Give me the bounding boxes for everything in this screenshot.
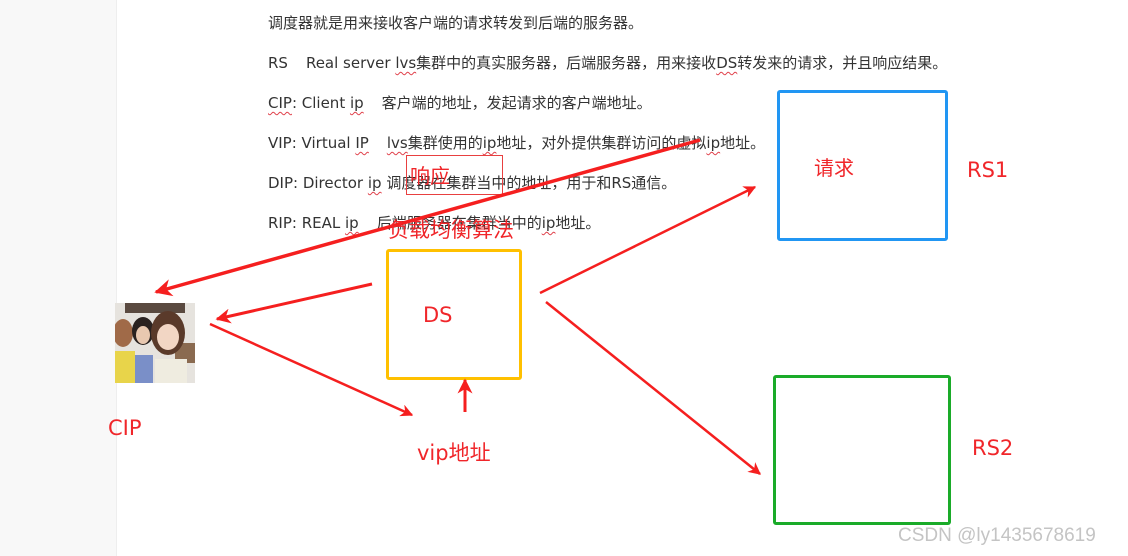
load-balance-label: 负载均衡算法 <box>388 218 514 242</box>
arrow-ds-to-rs1 <box>539 185 757 295</box>
rs1-label: RS1 <box>967 158 1009 182</box>
vip-address-label: vip地址 <box>417 441 491 465</box>
csdn-watermark: CSDN @ly1435678619 <box>898 525 1096 546</box>
response-label: 响应 <box>410 164 450 188</box>
ds-label: DS <box>423 303 453 327</box>
arrow-ds-to-rs2 <box>545 301 761 475</box>
rs2-label: RS2 <box>972 436 1014 460</box>
rs1-request-label: 请求 <box>814 156 854 180</box>
cip-label: CIP <box>108 416 142 440</box>
arrow-client-to-vip <box>209 322 414 417</box>
diagram-arrows <box>154 138 761 475</box>
arrow-ds-to-client <box>215 282 373 324</box>
